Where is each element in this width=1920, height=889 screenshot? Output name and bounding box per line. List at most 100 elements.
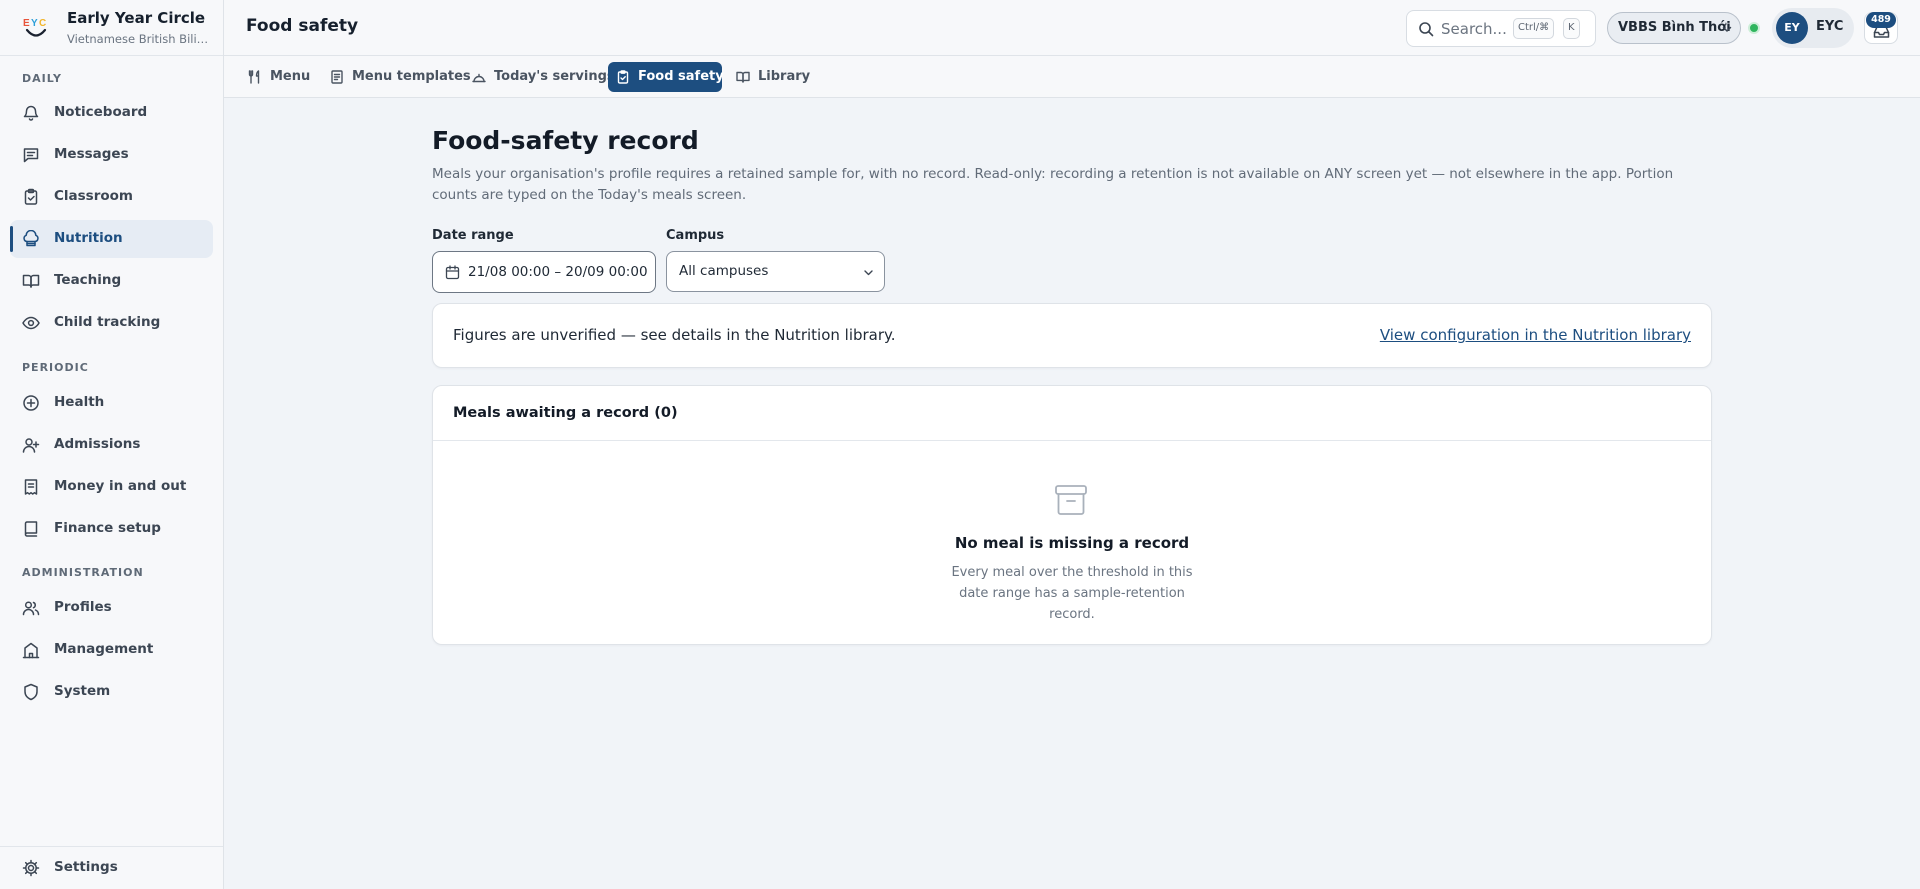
- sidebar-item-label: Teaching: [54, 272, 122, 288]
- receipt-icon: [24, 479, 38, 495]
- sidebar-item-label: Management: [54, 641, 154, 657]
- plus-circle-icon: [23, 395, 39, 411]
- eyc-logo: E Y C: [23, 18, 46, 37]
- top-bar: Food safety Search... Ctrl/⌘ K VBBS Bình…: [224, 0, 1920, 56]
- svg-text:Y: Y: [31, 18, 38, 29]
- sidebar: E Y C Early Year Circle Vietnamese Briti…: [0, 0, 224, 889]
- sidebar-item-settings[interactable]: Settings: [10, 849, 213, 887]
- users-icon: [22, 601, 40, 616]
- sidebar-item-label: Admissions: [54, 436, 141, 452]
- sidebar-item-admissions[interactable]: Admissions: [10, 426, 213, 464]
- unverified-notice: Figures are unverified — see details in …: [432, 303, 1712, 368]
- bell-icon: [23, 105, 39, 121]
- sidebar-item-label: Finance setup: [54, 520, 161, 536]
- campus-select[interactable]: All campuses: [666, 251, 885, 292]
- tab-food-safety[interactable]: Food safety: [608, 62, 724, 92]
- search-input[interactable]: Search... Ctrl/⌘ K: [1406, 10, 1596, 47]
- user-name: EYC: [1816, 19, 1844, 34]
- meals-awaiting-record-card: Meals awaiting a record (0) No meal is m…: [432, 385, 1712, 645]
- tab-menu[interactable]: Menu: [240, 62, 310, 92]
- tab-label: Library: [758, 69, 811, 84]
- date-range-picker[interactable]: 21/08 00:00 – 20/09 00:00: [432, 251, 656, 293]
- shield-icon: [24, 683, 38, 701]
- sidebar-item-label: Noticeboard: [54, 104, 148, 120]
- user-menu[interactable]: EY EYC: [1772, 8, 1854, 48]
- empty-state-text: Every meal over the threshold in this da…: [951, 565, 1193, 622]
- user-plus-icon: [22, 438, 40, 453]
- brand-subtitle: Vietnamese British Bilingual School: [67, 32, 212, 46]
- date-range-value: 21/08 00:00 – 20/09 00:00: [468, 264, 648, 280]
- section-label-administration: ADMINISTRATION: [22, 566, 144, 579]
- archive-box-icon: [1055, 485, 1087, 515]
- brand-header[interactable]: E Y C Early Year Circle Vietnamese Briti…: [0, 0, 223, 56]
- sidebar-item-teaching[interactable]: Teaching: [10, 262, 213, 300]
- book-icon: [24, 521, 38, 537]
- campus-switcher-label: VBBS Bình Thới: [1618, 20, 1731, 35]
- brand-name: Early Year Circle: [67, 9, 206, 27]
- building-icon: [22, 642, 40, 659]
- campus-label: Campus: [666, 228, 725, 243]
- tab-menu-templates[interactable]: Menu templates: [322, 62, 471, 92]
- sidebar-item-child-tracking[interactable]: Child tracking: [10, 304, 213, 342]
- book-open-icon: [22, 274, 40, 288]
- section-label-periodic: PERIODIC: [22, 361, 89, 374]
- nutrition-tabs: Menu Menu templates Today's servings Foo…: [224, 56, 1920, 98]
- svg-text:E: E: [23, 18, 30, 29]
- online-status-indicator: [1748, 22, 1760, 34]
- chevron-down-icon: [864, 270, 873, 276]
- tab-label: Menu: [270, 69, 311, 84]
- chef-hat-icon: [23, 230, 39, 247]
- campus-switcher[interactable]: VBBS Bình Thới: [1607, 12, 1741, 44]
- sidebar-item-label: Money in and out: [54, 478, 187, 494]
- sidebar-item-system[interactable]: System: [10, 673, 213, 711]
- shortcut-modifier-key: Ctrl/⌘: [1513, 18, 1555, 39]
- sidebar-item-profiles[interactable]: Profiles: [10, 589, 213, 627]
- sidebar-item-label: Health: [54, 394, 105, 410]
- chevron-down-icon: [1722, 26, 1732, 32]
- gear-icon: [22, 859, 40, 877]
- sidebar-item-label: Profiles: [54, 599, 112, 615]
- tab-todays-servings[interactable]: Today's servings: [464, 62, 615, 92]
- section-label-daily: DAILY: [22, 72, 62, 85]
- sidebar-item-finance-setup[interactable]: Finance setup: [10, 510, 213, 548]
- page-title: Food safety: [246, 16, 359, 36]
- tab-label: Menu templates: [352, 69, 471, 84]
- sidebar-item-label: Messages: [54, 146, 129, 162]
- sidebar-item-label: System: [54, 683, 111, 699]
- sidebar-item-classroom[interactable]: Classroom: [10, 178, 213, 216]
- tab-library[interactable]: Library: [728, 62, 811, 92]
- empty-state-title: No meal is missing a record: [954, 534, 1190, 552]
- sidebar-item-nutrition[interactable]: Nutrition: [10, 220, 213, 258]
- tab-label: Today's servings: [494, 69, 615, 84]
- document-icon: [331, 70, 343, 84]
- sidebar-item-health[interactable]: Health: [10, 384, 213, 422]
- page-description: Meals your organisation's profile requir…: [432, 166, 1674, 203]
- sidebar-item-money-in-and-out[interactable]: Money in and out: [10, 468, 213, 506]
- svg-text:C: C: [39, 18, 46, 29]
- meals-awaiting-record-title: Meals awaiting a record (0): [453, 405, 678, 421]
- calendar-icon: [445, 265, 460, 280]
- sidebar-item-label: Child tracking: [54, 314, 161, 330]
- tab-label: Food safety: [638, 69, 724, 84]
- avatar: EY: [1776, 12, 1808, 44]
- shortcut-key: K: [1563, 18, 1580, 39]
- sidebar-item-management[interactable]: Management: [10, 631, 213, 669]
- sidebar-item-noticeboard[interactable]: Noticeboard: [10, 94, 213, 132]
- sidebar-footer: Settings: [0, 846, 223, 889]
- sidebar-item-label: Nutrition: [54, 230, 123, 246]
- food-safety-heading: Food-safety record: [432, 126, 699, 155]
- sidebar-item-label: Classroom: [54, 188, 133, 204]
- sidebar-item-messages[interactable]: Messages: [10, 136, 213, 174]
- settings-label: Settings: [54, 859, 118, 875]
- message-icon: [23, 148, 39, 163]
- serving-icon: [472, 73, 486, 83]
- campus-select-value: All campuses: [679, 263, 769, 279]
- book-open-icon: [736, 71, 750, 83]
- date-range-label: Date range: [432, 228, 514, 243]
- card-header: Meals awaiting a record (0): [433, 386, 1711, 441]
- search-icon: [1419, 22, 1434, 37]
- utensils-icon: [248, 70, 260, 84]
- clipboard-check-icon: [617, 70, 629, 84]
- eye-icon: [22, 316, 40, 330]
- view-configuration-link[interactable]: View configuration in the Nutrition libr…: [1380, 326, 1691, 344]
